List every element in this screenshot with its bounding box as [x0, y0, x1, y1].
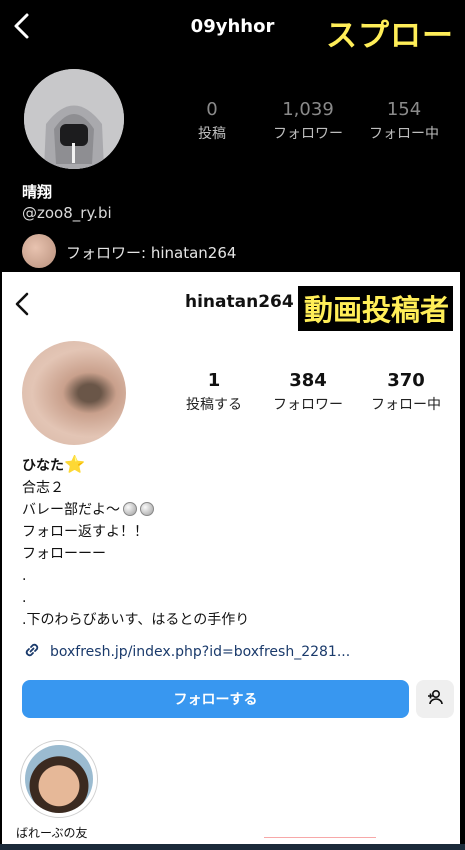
back-chevron-icon[interactable] — [12, 290, 34, 318]
bio-line: .下のわらびあいす、はるとの手作り — [22, 612, 250, 628]
bottom-strip — [0, 844, 465, 850]
link-text: boxfresh.jp/index.php?id=boxfresh_2281..… — [50, 644, 351, 660]
top-profile-screen: 09yhhor スプロー 0 投稿 1,039 フォロワー 154 フォロー中 … — [0, 0, 465, 272]
following-stat[interactable]: 154 フォロー中 — [358, 99, 450, 143]
bio-line: フォロー返すよ！！ — [22, 524, 148, 540]
handle-text: @zoo8_ry.bi — [22, 204, 112, 222]
following-stat[interactable]: 370 フォロー中 — [360, 370, 452, 414]
bio-link[interactable]: boxfresh.jp/index.php?id=boxfresh_2281..… — [22, 640, 350, 664]
bio-line: バレー部だよ〜 — [22, 502, 120, 518]
posts-stat[interactable]: 0 投稿 — [182, 99, 242, 143]
followers-stat[interactable]: 1,039 フォロワー — [262, 99, 354, 143]
avatar[interactable] — [22, 341, 126, 445]
highlight-label: ばれーぶの友 — [16, 826, 88, 840]
bio-line: 合志２ — [22, 480, 64, 496]
divider — [264, 837, 376, 838]
overlay-tag: スプロー — [326, 18, 454, 54]
bio-line: . — [22, 590, 27, 606]
volleyball-icon — [140, 502, 154, 516]
bio-line: . — [22, 568, 27, 584]
overlay-tag: 動画投稿者 — [298, 286, 454, 331]
bottom-profile-screen: hinatan264 動画投稿者 1 投稿する 384 フォロワー 370 フォ… — [2, 272, 460, 844]
suggest-people-button[interactable] — [416, 680, 454, 718]
story-highlight[interactable] — [20, 740, 98, 818]
bio: ひなた⭐ 合志２ バレー部だよ〜 フォロー返すよ！！ フォローーー . . .下… — [22, 454, 249, 631]
avatar[interactable] — [24, 69, 124, 169]
volleyball-icon — [123, 502, 137, 516]
mutual-follower-avatar[interactable] — [22, 234, 56, 268]
follow-button[interactable]: フォローする — [22, 680, 409, 718]
mutual-follower-text[interactable]: フォロワー: hinatan264 — [66, 242, 236, 263]
display-name: 晴翔 — [22, 183, 53, 201]
star-icon: ⭐ — [64, 455, 86, 475]
posts-stat[interactable]: 1 投稿する — [174, 370, 254, 414]
bio-line: フォローーー — [22, 546, 106, 562]
page-title: hinatan264 — [185, 292, 294, 312]
link-icon — [22, 640, 42, 664]
bio-name: ひなた — [22, 458, 64, 474]
person-add-icon — [425, 687, 445, 711]
followers-stat[interactable]: 384 フォロワー — [262, 370, 354, 414]
highlight-cover — [25, 745, 93, 813]
